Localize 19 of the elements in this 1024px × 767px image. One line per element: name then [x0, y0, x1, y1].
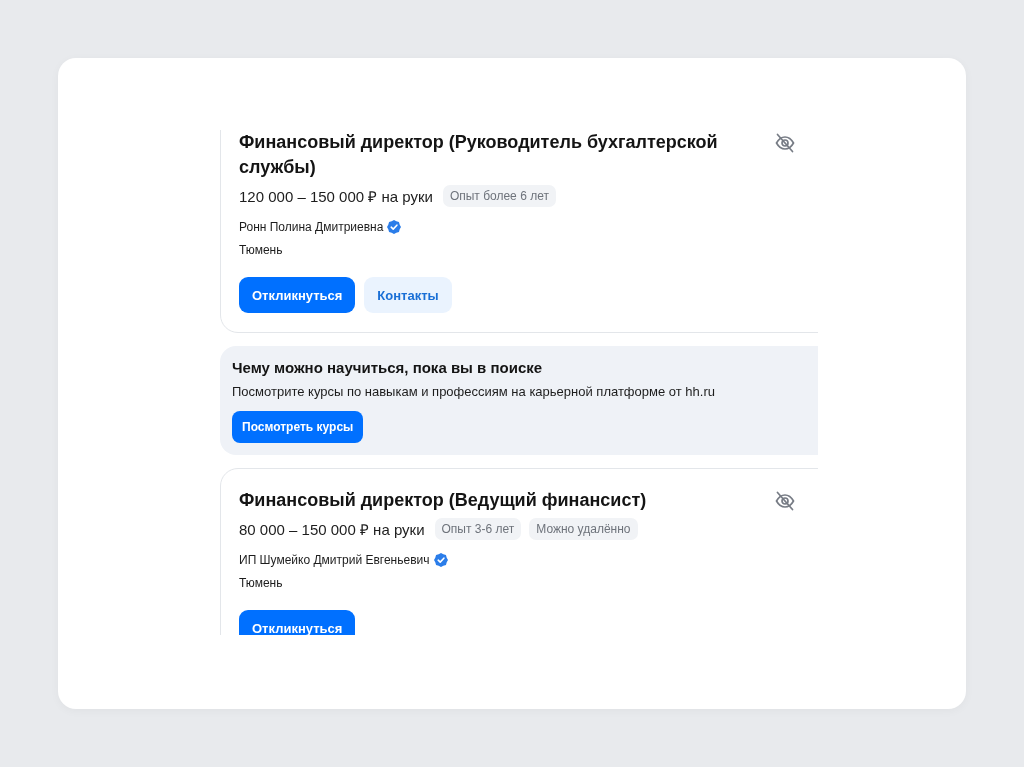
salary-text: 120 000 – 150 000 ₽ на руки [239, 187, 433, 206]
courses-button[interactable]: Посмотреть курсы [232, 411, 364, 443]
vacancy-tag: Опыт 3-6 лет [434, 518, 522, 540]
vacancy-tag: Опыт более 6 лет [442, 185, 556, 207]
city-text: Тюмень [239, 575, 284, 592]
employer-name[interactable]: Ронн Полина Дмитриевна [239, 220, 384, 234]
employer-name[interactable]: ИП Шумейко Дмитрий Евгеньевич [239, 553, 430, 567]
promo-text: Посмотрите курсы по навыкам и профессиям на карьерной платформе от hh.ru [232, 383, 715, 401]
job-title[interactable]: Финансовый директор (Ведущий финансист) [239, 488, 647, 513]
salary-text: 80 000 – 150 000 ₽ на руки [239, 520, 425, 539]
city-text: Тюмень [239, 242, 284, 259]
eye-slash-icon[interactable] [775, 133, 795, 153]
vacancy-tag: Можно удалённо [529, 518, 638, 540]
contacts-button[interactable]: Контакты [364, 277, 452, 313]
promo-title: Чему можно научиться, пока вы в поиске [232, 358, 543, 378]
eye-slash-icon[interactable] [775, 491, 795, 511]
job-title[interactable]: Финансовый директор (Руководитель бухгалтерской службы) [239, 130, 735, 180]
apply-button[interactable]: Откликнуться [239, 277, 356, 313]
apply-button[interactable]: Откликнуться [239, 610, 356, 635]
